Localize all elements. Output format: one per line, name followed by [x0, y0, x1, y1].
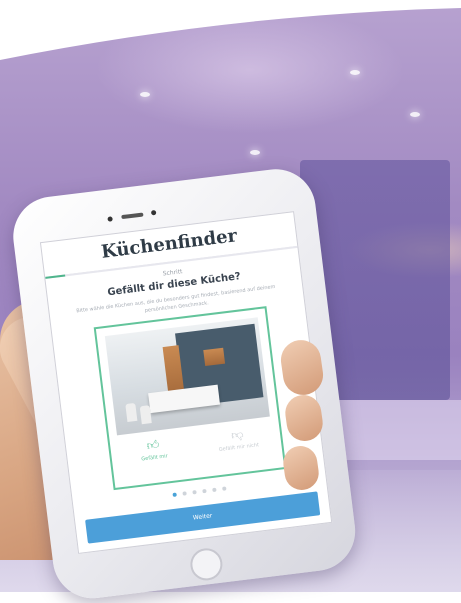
kitchen-card[interactable]: 👍︎ Gefällt mir 👎︎ Gefällt mir nicht — [93, 306, 287, 491]
earpiece-speaker — [121, 212, 144, 220]
front-sensor — [150, 209, 157, 216]
kitchen-chair — [125, 402, 138, 422]
pagination-dot — [202, 488, 207, 494]
ceiling-light — [250, 150, 260, 155]
ceiling-light — [350, 70, 360, 75]
pagination-dot — [212, 487, 217, 493]
front-camera — [107, 216, 113, 222]
kitchen-island — [148, 384, 221, 414]
pagination-dot — [192, 490, 197, 495]
ceiling-light — [410, 112, 420, 117]
pagination-dot — [222, 486, 227, 491]
kitchen-chair — [139, 405, 152, 425]
ceiling-light — [140, 92, 150, 97]
pagination-dot — [172, 492, 177, 497]
kitchen-photo — [104, 317, 270, 436]
dislike-button[interactable]: 👎︎ Gefällt mir nicht — [198, 422, 279, 471]
pagination-dot — [182, 491, 187, 496]
like-button[interactable]: 👍︎ Gefällt mir — [114, 432, 195, 481]
kitchen-wood-niche — [203, 347, 226, 367]
home-button[interactable] — [188, 546, 225, 583]
